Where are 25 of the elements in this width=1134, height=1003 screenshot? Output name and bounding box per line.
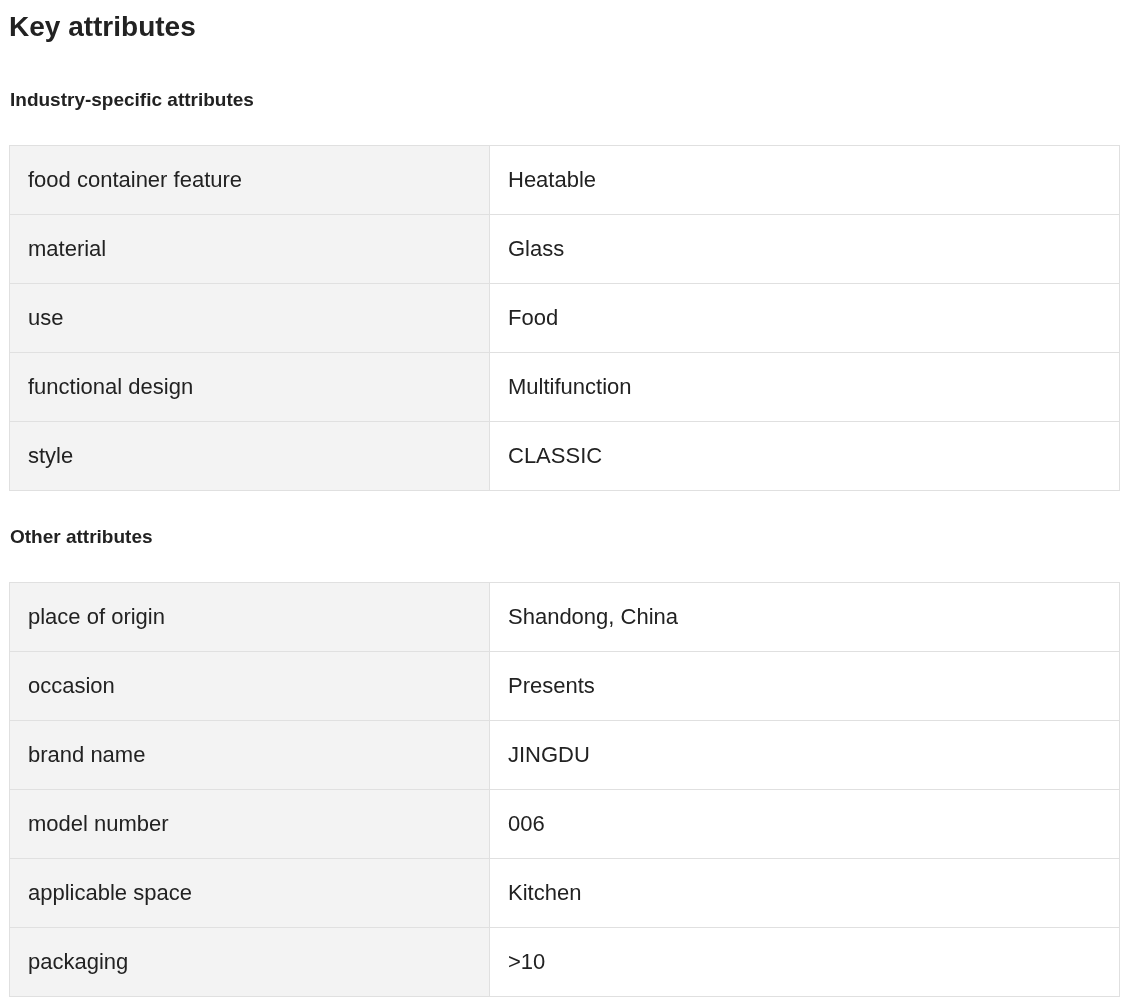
section-heading: Industry-specific attributes [9, 88, 255, 112]
attribute-value-cell: Multifunction [489, 352, 1120, 422]
attribute-name-cell: use [9, 283, 490, 353]
attribute-name-cell: style [9, 421, 490, 491]
attribute-value-cell: CLASSIC [489, 421, 1120, 491]
section-heading: Other attributes [9, 525, 154, 549]
attribute-value-cell: 006 [489, 789, 1120, 859]
attribute-name-cell: food container feature [9, 145, 490, 215]
attribute-name-cell: model number [9, 789, 490, 859]
attribute-name-cell: occasion [9, 651, 490, 721]
attribute-value-cell: Heatable [489, 145, 1120, 215]
attribute-name-cell: functional design [9, 352, 490, 422]
attribute-value-cell: Food [489, 283, 1120, 353]
attribute-value-cell: >10 [489, 927, 1120, 997]
attribute-value-cell: Shandong, China [489, 582, 1120, 652]
page-title: Key attributes [9, 10, 197, 44]
attribute-name-cell: applicable space [9, 858, 490, 928]
attribute-value-cell: Presents [489, 651, 1120, 721]
attribute-name-cell: place of origin [9, 582, 490, 652]
attribute-value-cell: JINGDU [489, 720, 1120, 790]
attribute-value-cell: Glass [489, 214, 1120, 284]
attribute-name-cell: material [9, 214, 490, 284]
attribute-name-cell: brand name [9, 720, 490, 790]
attribute-value-cell: Kitchen [489, 858, 1120, 928]
attribute-name-cell: packaging [9, 927, 490, 997]
